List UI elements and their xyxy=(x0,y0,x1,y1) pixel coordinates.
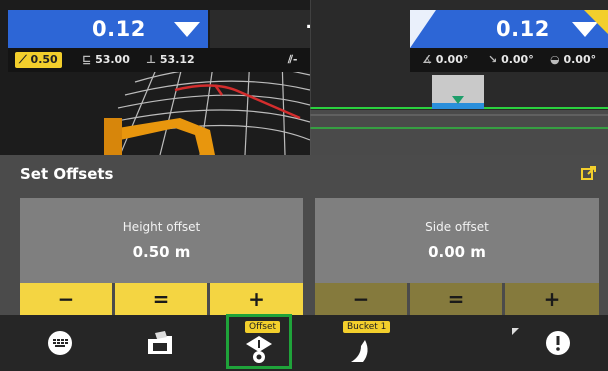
side-decrease-button[interactable]: − xyxy=(315,283,407,315)
right-cut-fill-header[interactable]: 0.12 xyxy=(410,10,608,48)
corner-flag-icon xyxy=(584,10,608,34)
folder-icon xyxy=(148,331,172,354)
keyboard-icon xyxy=(48,331,72,355)
offset-button[interactable] xyxy=(229,328,289,368)
pitch-icon: ∡ xyxy=(422,53,432,66)
bucket-tag: Bucket 1 xyxy=(343,321,391,333)
heading-icon: ◒ xyxy=(550,53,560,66)
left-cut-fill-header[interactable]: 0.12 xyxy=(8,10,208,48)
elevation-current: ⊥ 53.12 xyxy=(146,53,195,66)
left-info-bar: ⟋ 0.50 ⊑ 53.00 ⊥ 53.12 xyxy=(8,48,210,72)
side-offset-card: Side offset 0.00 m xyxy=(315,198,599,283)
height-increase-button[interactable]: + xyxy=(210,283,303,315)
left-cut-fill-value: 0.12 xyxy=(92,17,146,41)
height-reset-button[interactable]: = xyxy=(115,283,207,315)
height-offset-card: Height offset 0.50 m xyxy=(20,198,303,283)
heading-angle: ◒ 0.00° xyxy=(550,53,597,66)
alerts-button[interactable] xyxy=(528,315,588,371)
center-info-item: ⫽- xyxy=(288,53,298,66)
side-increase-button[interactable]: + xyxy=(505,283,599,315)
elevation-design: ⊑ 53.00 xyxy=(82,53,130,66)
right-cut-fill-value: 0.12 xyxy=(496,17,550,41)
bucket-icon xyxy=(351,340,368,362)
height-offset-value: 0.50 m xyxy=(132,243,191,261)
corner-marker-icon xyxy=(512,328,519,335)
fill-down-arrow-icon xyxy=(174,22,200,37)
bucket-button[interactable] xyxy=(330,334,390,368)
external-link-svg xyxy=(581,166,596,180)
center-info-bar: ⫽- xyxy=(210,48,310,72)
height-decrease-button[interactable]: − xyxy=(20,283,112,315)
side-offset-value: 0.00 m xyxy=(428,243,486,261)
slope-icon: ⟋ xyxy=(19,53,27,66)
set-offsets-title: Set Offsets xyxy=(20,165,114,183)
alert-icon xyxy=(546,331,570,355)
design-files-button[interactable] xyxy=(130,315,190,371)
pitch-angle: ∡ 0.00° xyxy=(422,53,469,66)
roll-icon: ↘ xyxy=(488,53,498,66)
roll-angle: ↘ 0.00° xyxy=(488,53,534,66)
elevation-target-icon: ⊑ xyxy=(82,53,92,66)
height-offset-label: Height offset xyxy=(122,220,201,234)
slope-chip: ⟋ 0.50 xyxy=(15,52,62,68)
right-corner-fold xyxy=(410,10,436,48)
side-offset-label: Side offset xyxy=(425,220,489,234)
elevation-current-icon: ⊥ xyxy=(146,53,157,66)
offset-icon xyxy=(246,336,272,363)
bottom-toolbar xyxy=(0,315,608,371)
right-info-bar: ∡ 0.00° ↘ 0.00° ◒ 0.00° xyxy=(410,48,608,72)
external-link-icon[interactable] xyxy=(581,165,597,181)
keyboard-button[interactable] xyxy=(30,315,90,371)
side-reset-button[interactable]: = xyxy=(410,283,502,315)
